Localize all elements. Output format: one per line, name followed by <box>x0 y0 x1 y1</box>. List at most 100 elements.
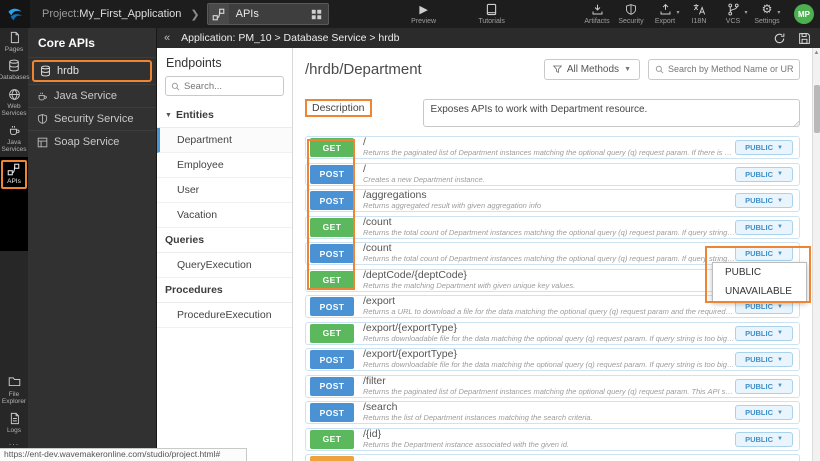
method-badge <box>310 456 354 461</box>
soap-icon <box>37 137 48 148</box>
api-row[interactable] <box>305 454 800 461</box>
method-badge: POST <box>310 297 354 316</box>
endpoint-item-vacation[interactable]: Vacation <box>157 203 292 228</box>
method-badge: GET <box>310 271 354 290</box>
sidebar-item-logs[interactable]: Logs <box>0 409 28 437</box>
sidebar-item-web-services[interactable]: Web Services <box>0 85 28 121</box>
save-icon[interactable] <box>798 32 811 45</box>
api-row[interactable]: POST/export/{exportType}Returns download… <box>305 348 800 371</box>
core-apis-title: Core APIs <box>28 28 156 57</box>
user-avatar[interactable]: MP <box>794 4 814 24</box>
collapse-panel-icon[interactable]: « <box>157 32 170 44</box>
sidebar-item-pages[interactable]: Pages <box>0 28 28 56</box>
vertical-scrollbar[interactable]: ▲ <box>812 48 820 461</box>
api-path: /count <box>363 243 735 255</box>
access-dropdown-button[interactable]: PUBLIC▼ <box>735 352 793 367</box>
wavemaker-logo-icon[interactable] <box>0 0 30 28</box>
api-row[interactable]: GET/export/{exportType}Returns downloada… <box>305 322 800 345</box>
endpoint-item-procedureexecution[interactable]: ProcedureExecution <box>157 303 292 328</box>
endpoints-search-input[interactable] <box>184 81 274 92</box>
sidebar-item-file-explorer[interactable]: File Explorer <box>0 373 28 409</box>
api-path: / <box>363 164 735 176</box>
vcs-button[interactable]: ▾ VCS <box>716 0 750 28</box>
access-dropdown-button[interactable]: PUBLIC▼ <box>735 379 793 394</box>
dropdown-option-public[interactable]: PUBLIC <box>713 263 806 282</box>
api-path: /search <box>363 402 735 414</box>
access-dropdown-button[interactable]: PUBLIC▼ <box>735 193 793 208</box>
access-dropdown-button[interactable]: PUBLIC▼ <box>735 405 793 420</box>
access-dropdown-button[interactable]: PUBLIC▼ <box>735 326 793 341</box>
preview-button[interactable]: ▶ Preview <box>407 0 441 28</box>
description-textarea[interactable]: Exposes APIs to work with Department res… <box>423 99 800 127</box>
api-row[interactable]: POST/Creates a new Department instance.P… <box>305 163 800 186</box>
api-row[interactable]: POST/searchReturns the list of Departmen… <box>305 401 800 424</box>
access-dropdown-button[interactable]: PUBLIC▼ <box>735 167 793 182</box>
service-item-security-service[interactable]: Security Service <box>28 107 156 130</box>
api-path: /export <box>363 296 735 308</box>
api-row[interactable]: POST/aggregationsReturns aggregated resu… <box>305 189 800 212</box>
access-dropdown-button[interactable]: PUBLIC▼ <box>735 140 793 155</box>
tutorials-button[interactable]: Tutorials <box>475 0 509 28</box>
chevron-down-icon: ▾ <box>777 9 780 16</box>
service-item-label: Security Service <box>54 113 133 125</box>
api-description: Returns the paginated list of Department… <box>363 149 735 157</box>
api-description: Returns a URL to download a file for the… <box>363 308 735 316</box>
i18n-button[interactable]: ▾ I18N <box>682 0 716 28</box>
security-button[interactable]: Security <box>614 0 648 28</box>
scroll-up-icon[interactable]: ▲ <box>813 50 820 56</box>
api-path: /deptCode/{deptCode} <box>363 270 735 282</box>
api-row[interactable]: POST/filterReturns the paginated list of… <box>305 375 800 398</box>
sidebar-item-java-services[interactable]: Java Services <box>0 121 28 157</box>
description-label: Description <box>305 99 372 117</box>
search-icon <box>655 65 664 74</box>
settings-button[interactable]: ⚙ ▾ Settings <box>750 0 784 28</box>
group-queries-header[interactable]: Queries <box>157 228 292 253</box>
api-row[interactable]: GET/countReturns the total count of Depa… <box>305 216 800 239</box>
sidebar-item-databases[interactable]: Databases <box>0 56 28 84</box>
api-row[interactable]: GET/Returns the paginated list of Depart… <box>305 136 800 159</box>
method-badge: POST <box>310 191 354 210</box>
group-procedures-header[interactable]: Procedures <box>157 278 292 303</box>
export-button[interactable]: ▾ Export <box>648 0 682 28</box>
access-dropdown-button[interactable]: PUBLIC▼ <box>735 432 793 447</box>
filter-icon <box>553 65 562 74</box>
method-search-input[interactable] <box>668 64 793 74</box>
chevron-down-icon: ▼ <box>165 112 172 119</box>
method-badge: POST <box>310 377 354 396</box>
grid-icon[interactable] <box>311 9 322 20</box>
endpoint-item-user[interactable]: User <box>157 178 292 203</box>
access-dropdown-button[interactable]: PUBLIC▼ <box>735 246 793 261</box>
endpoints-search[interactable] <box>165 76 284 96</box>
tab-apis[interactable]: APIs <box>207 3 329 25</box>
method-badge: GET <box>310 430 354 449</box>
chevron-down-icon: ▼ <box>777 304 783 310</box>
service-item-soap-service[interactable]: Soap Service <box>28 130 156 153</box>
coffee-icon <box>8 124 21 137</box>
chevron-down-icon: ▼ <box>777 251 783 257</box>
service-item-label: hrdb <box>57 65 79 77</box>
service-item-hrdb[interactable]: hrdb <box>32 60 152 82</box>
service-item-java-service[interactable]: Java Service <box>28 84 156 107</box>
breadcrumb: Application: PM_10 > Database Service > … <box>181 32 399 44</box>
endpoint-item-employee[interactable]: Employee <box>157 153 292 178</box>
access-dropdown-button[interactable]: PUBLIC▼ <box>735 220 793 235</box>
methods-filter-dropdown[interactable]: All Methods ▼ <box>544 59 640 80</box>
method-search[interactable] <box>648 59 800 80</box>
endpoint-item-department[interactable]: Department <box>157 128 292 153</box>
upload-icon: ▾ <box>659 3 672 16</box>
status-url: https://ent-dev.wavemakeronline.com/stud… <box>0 448 247 461</box>
chevron-down-icon: ▾ <box>744 9 747 16</box>
group-entities-header[interactable]: ▼ Entities <box>157 103 292 128</box>
endpoints-title: Endpoints <box>157 48 292 76</box>
scrollbar-thumb[interactable] <box>814 85 820 133</box>
endpoint-item-queryexecution[interactable]: QueryExecution <box>157 253 292 278</box>
refresh-icon[interactable] <box>773 32 786 45</box>
globe-icon <box>8 88 21 101</box>
api-description: Creates a new Department instance. <box>363 176 735 184</box>
api-row[interactable]: GET/{id}Returns the Department instance … <box>305 428 800 451</box>
api-path: / <box>363 137 735 149</box>
book-icon <box>486 3 497 16</box>
artifacts-button[interactable]: Artifacts <box>580 0 614 28</box>
sidebar-item-apis[interactable]: APIs <box>7 163 21 185</box>
dropdown-option-unavailable[interactable]: UNAVAILABLE <box>713 282 806 301</box>
